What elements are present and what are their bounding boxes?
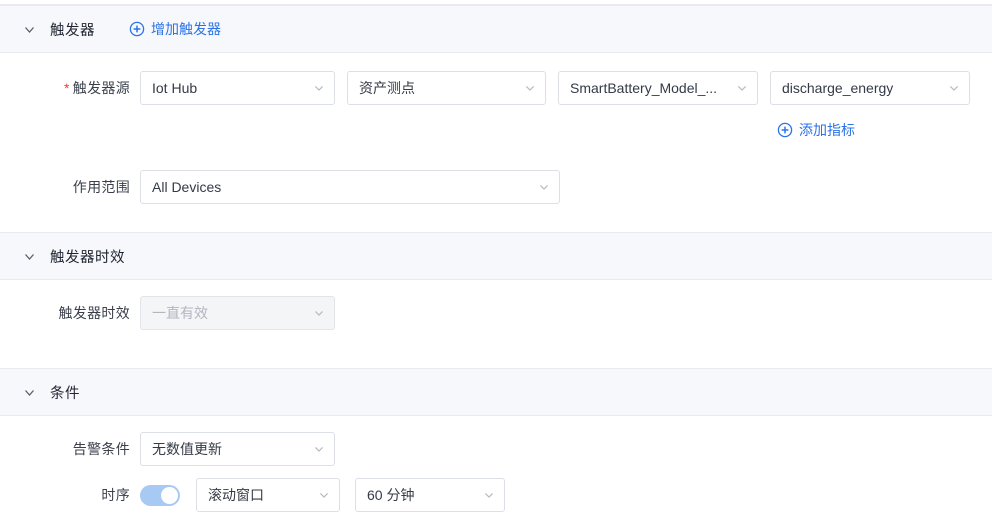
trigger-source-model-select[interactable]: SmartBattery_Model_... (558, 71, 758, 105)
scope-value: All Devices (152, 179, 221, 195)
section-header-trigger[interactable]: 触发器 增加触发器 (0, 5, 992, 53)
trigger-source-category-select[interactable]: 资产测点 (347, 71, 546, 105)
toggle-knob (161, 487, 178, 504)
chevron-down-icon (483, 489, 495, 501)
chevron-down-icon (313, 307, 325, 319)
chevron-down-icon (318, 489, 330, 501)
section-title-condition: 条件 (50, 382, 80, 403)
trigger-source-metric-select[interactable]: discharge_energy (770, 71, 970, 105)
chevron-down-icon (524, 82, 536, 94)
add-metric-label: 添加指标 (799, 120, 855, 140)
scope-select[interactable]: All Devices (140, 170, 560, 204)
trigger-source-type-select[interactable]: Iot Hub (140, 71, 335, 105)
chevron-down-icon (948, 82, 960, 94)
chevron-down-icon[interactable] (22, 22, 36, 36)
timeseries-toggle[interactable] (140, 485, 180, 506)
chevron-down-icon[interactable] (22, 385, 36, 399)
section-header-condition[interactable]: 条件 (0, 368, 992, 416)
plus-circle-icon (777, 122, 793, 138)
chevron-down-icon (736, 82, 748, 94)
scope-row: 作用范围 All Devices (40, 170, 560, 204)
trigger-source-model-value: SmartBattery_Model_... (570, 80, 717, 96)
chevron-down-icon (538, 181, 550, 193)
window-duration-value: 60 分钟 (367, 485, 414, 505)
chevron-down-icon (313, 443, 325, 455)
section-title-trigger-validity: 触发器时效 (50, 246, 125, 267)
chevron-down-icon[interactable] (22, 249, 36, 263)
alarm-condition-select[interactable]: 无数值更新 (140, 432, 335, 466)
window-type-select[interactable]: 滚动窗口 (196, 478, 340, 512)
alarm-condition-row: 告警条件 无数值更新 (40, 432, 335, 466)
alarm-condition-value: 无数值更新 (152, 439, 222, 459)
add-trigger-label: 增加触发器 (151, 19, 221, 39)
section-title-trigger: 触发器 (50, 19, 95, 40)
validity-label: 触发器时效 (40, 303, 140, 323)
validity-row: 触发器时效 一直有效 (40, 296, 335, 330)
window-duration-select[interactable]: 60 分钟 (355, 478, 505, 512)
add-metric-row: 添加指标 (777, 120, 855, 141)
alarm-condition-label: 告警条件 (40, 439, 140, 459)
trigger-source-category-value: 资产测点 (359, 78, 415, 98)
validity-select[interactable]: 一直有效 (140, 296, 335, 330)
trigger-source-metric-value: discharge_energy (782, 80, 893, 96)
add-metric-button[interactable]: 添加指标 (777, 120, 855, 140)
window-type-value: 滚动窗口 (208, 485, 264, 505)
validity-value: 一直有效 (152, 303, 208, 323)
chevron-down-icon (313, 82, 325, 94)
add-trigger-button[interactable]: 增加触发器 (129, 19, 221, 39)
alarm-rule-form-page: 触发器 增加触发器 *触发器源 Iot Hub 资产测点 (0, 0, 992, 532)
timeseries-row: 时序 滚动窗口 60 分钟 (40, 478, 505, 512)
trigger-source-type-value: Iot Hub (152, 80, 197, 96)
plus-circle-icon (129, 21, 145, 37)
section-header-trigger-validity[interactable]: 触发器时效 (0, 232, 992, 280)
scope-label: 作用范围 (40, 177, 140, 197)
timeseries-label: 时序 (40, 485, 140, 505)
trigger-source-row: *触发器源 Iot Hub 资产测点 SmartBattery_Model_..… (40, 71, 970, 105)
required-marker: * (64, 80, 70, 96)
trigger-source-label: *触发器源 (40, 78, 140, 98)
